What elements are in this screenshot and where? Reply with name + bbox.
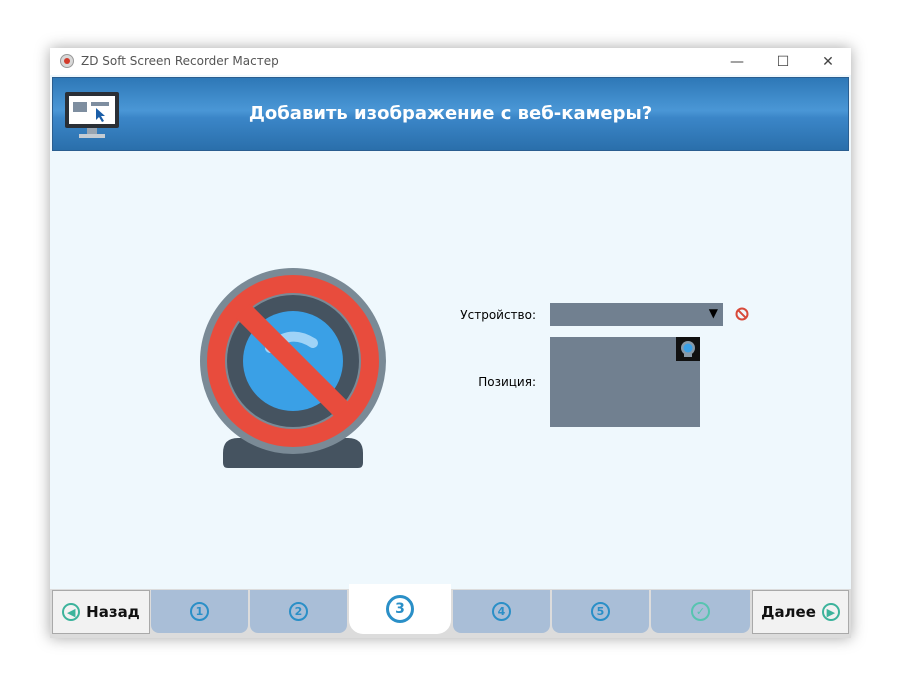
app-record-icon <box>60 54 74 68</box>
wizard-navigation: ◀ Назад 1 2 3 4 5 ✓ Далее ▶ <box>50 584 851 638</box>
minimize-button[interactable]: — <box>714 48 760 75</box>
position-selector[interactable] <box>550 337 700 427</box>
next-button[interactable]: Далее ▶ <box>752 590 849 634</box>
webcam-disabled-illustration <box>200 268 386 468</box>
checkmark-icon: ✓ <box>691 602 710 621</box>
dropdown-arrow-icon: ▼ <box>708 306 718 320</box>
step-4-tab[interactable]: 4 <box>453 590 550 633</box>
webcam-position-marker[interactable] <box>676 337 700 361</box>
wizard-window: ZD Soft Screen Recorder Мастер — ☐ ✕ Доб… <box>50 48 851 638</box>
close-button[interactable]: ✕ <box>805 48 851 75</box>
step-3-number: 3 <box>386 595 414 623</box>
arrow-left-icon: ◀ <box>62 603 81 621</box>
step-2-tab[interactable]: 2 <box>250 590 347 633</box>
step-finish-tab[interactable]: ✓ <box>651 590 750 633</box>
title-bar: ZD Soft Screen Recorder Мастер — ☐ ✕ <box>50 48 851 75</box>
maximize-button[interactable]: ☐ <box>760 48 806 75</box>
next-label: Далее <box>761 603 816 621</box>
step-1-number: 1 <box>190 602 209 621</box>
step-2-number: 2 <box>289 602 308 621</box>
device-dropdown[interactable]: ▼ <box>550 303 723 326</box>
position-label: Позиция: <box>478 375 536 389</box>
page-title: Добавить изображение с веб-камеры? <box>248 103 653 124</box>
step-5-tab[interactable]: 5 <box>552 590 649 633</box>
step-1-tab[interactable]: 1 <box>151 590 248 633</box>
forbidden-clear-icon[interactable] <box>735 307 749 321</box>
window-title: ZD Soft Screen Recorder Мастер <box>81 54 279 68</box>
step-3-tab[interactable]: 3 <box>349 584 451 634</box>
device-label: Устройство: <box>460 308 536 322</box>
wizard-header: Добавить изображение с веб-камеры? <box>52 77 849 151</box>
step-4-number: 4 <box>492 602 511 621</box>
arrow-right-icon: ▶ <box>821 603 840 621</box>
back-button[interactable]: ◀ Назад <box>52 590 150 634</box>
back-label: Назад <box>86 603 140 621</box>
step-5-number: 5 <box>591 602 610 621</box>
webcam-icon <box>681 341 695 357</box>
